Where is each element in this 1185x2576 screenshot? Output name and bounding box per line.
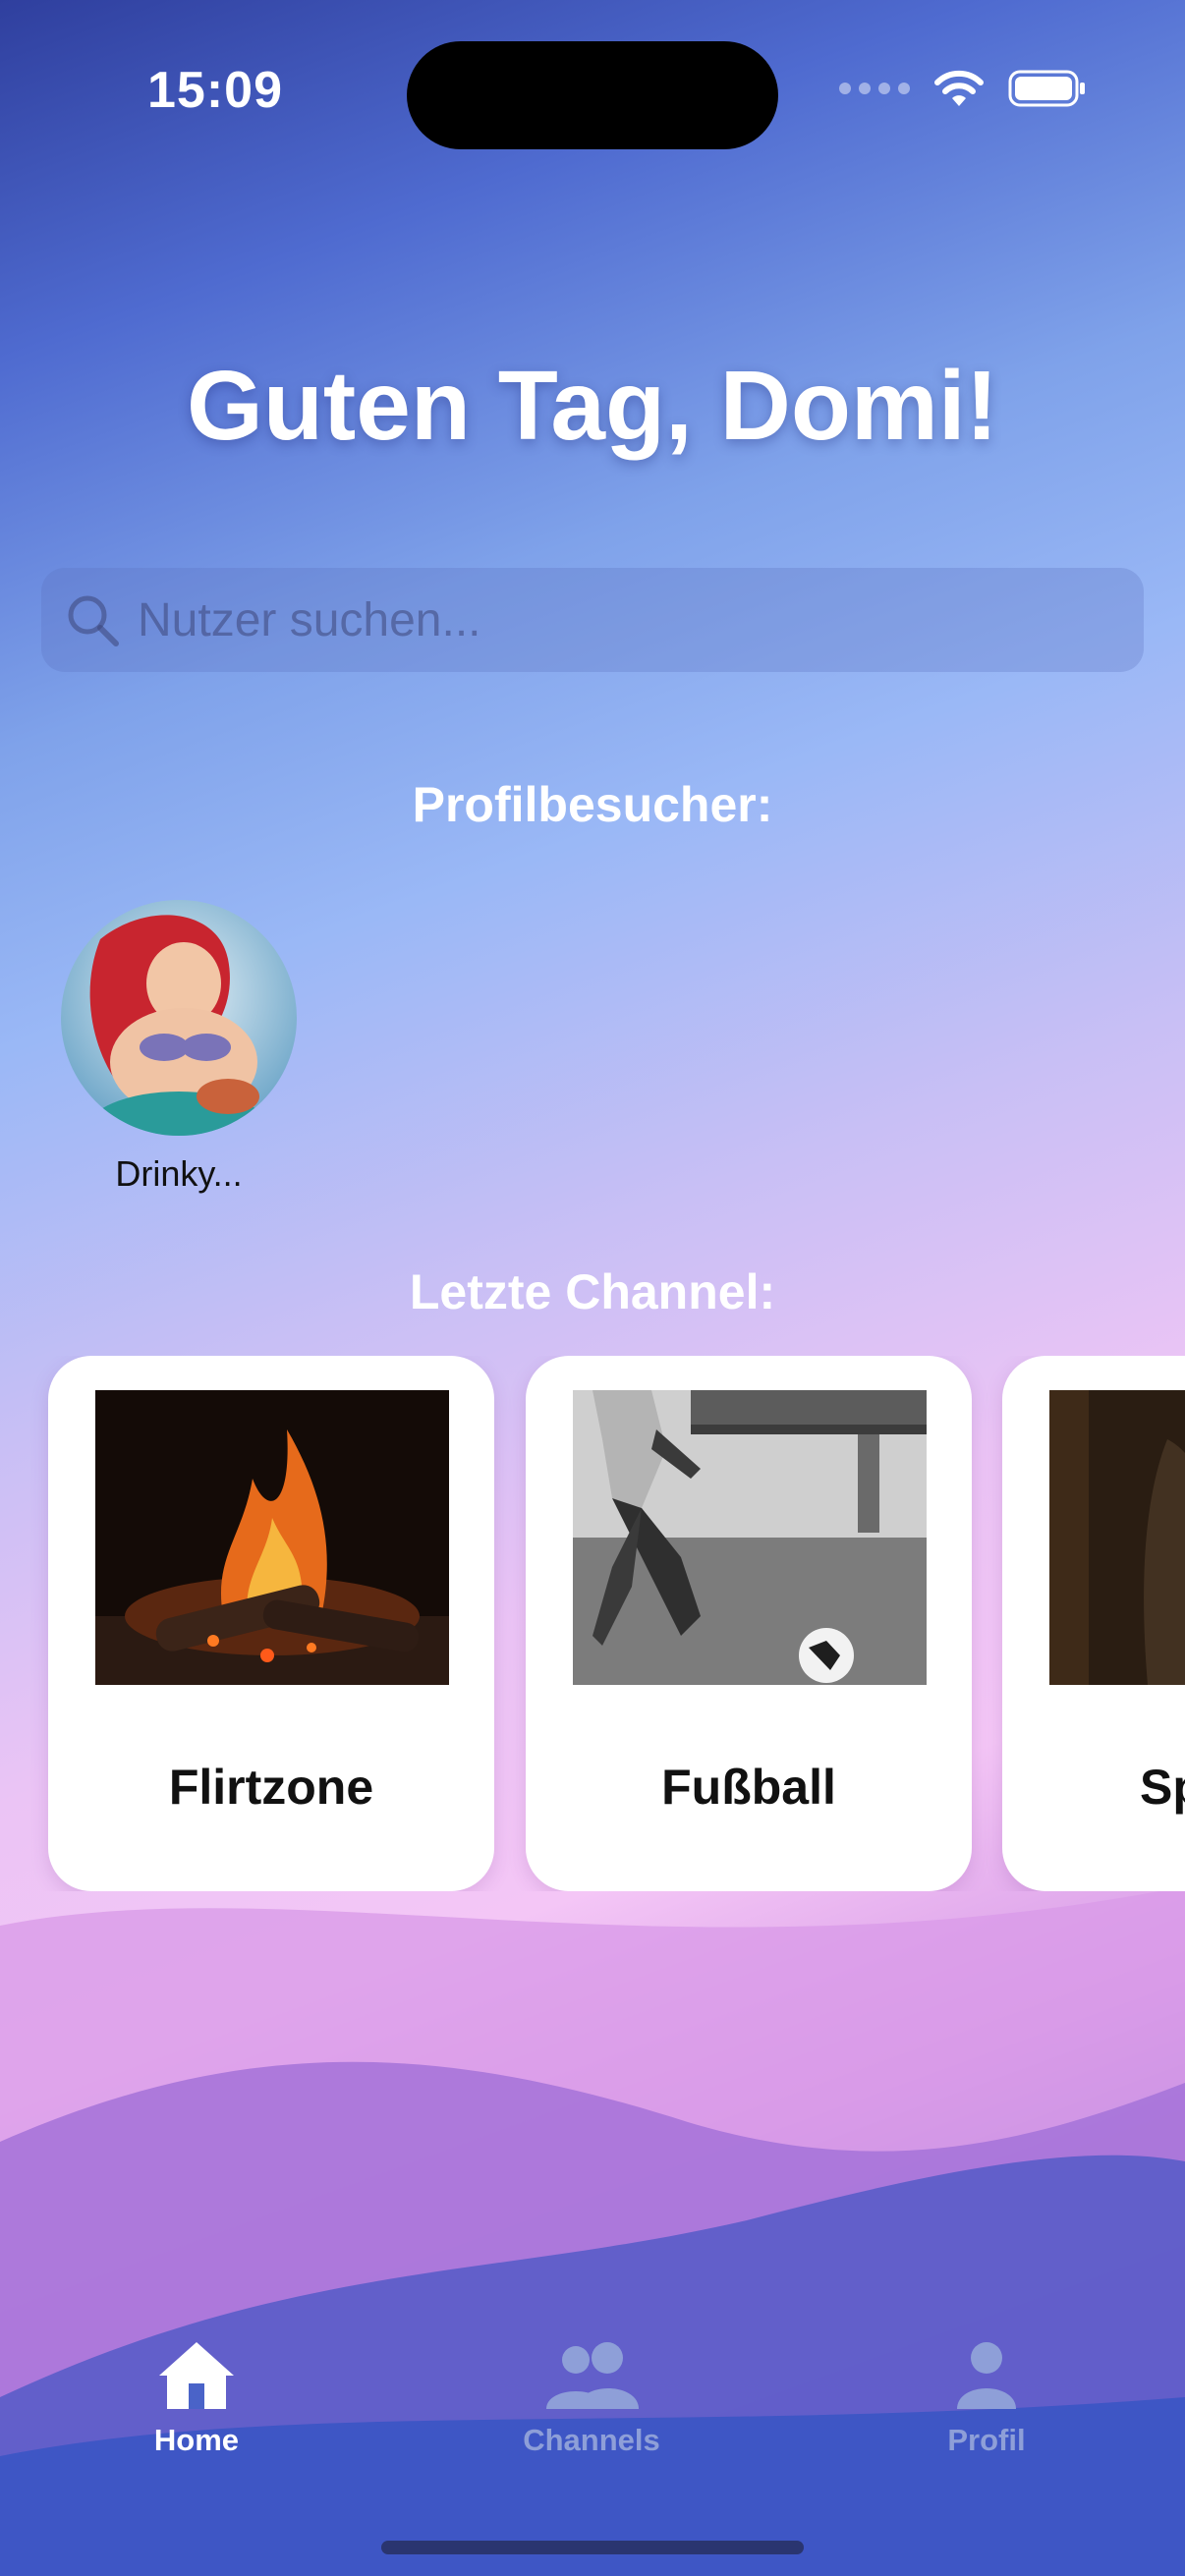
status-time: 15:09 bbox=[147, 62, 283, 119]
search-icon bbox=[68, 595, 119, 646]
channel-card-partial[interactable]: Sp bbox=[1002, 1356, 1185, 1891]
visitor-name: Drinky... bbox=[115, 1153, 243, 1194]
channel-image bbox=[573, 1390, 927, 1685]
dynamic-island bbox=[407, 41, 778, 149]
visitors-title: Profilbesucher: bbox=[412, 777, 773, 832]
channels-title: Letzte Channel: bbox=[409, 1264, 776, 1319]
avatar[interactable] bbox=[61, 900, 297, 1136]
channel-card-fussball[interactable]: Fußball bbox=[526, 1356, 972, 1891]
channel-name: Flirtzone bbox=[168, 1760, 374, 1815]
status-icons bbox=[839, 69, 1087, 108]
channel-carousel[interactable]: Flirtzone Fußball S bbox=[0, 1356, 1185, 1891]
channel-image bbox=[95, 1390, 449, 1685]
battery-icon bbox=[1008, 70, 1085, 107]
tab-home[interactable]: Home bbox=[98, 2338, 295, 2458]
person-icon bbox=[957, 2342, 1016, 2409]
tab-bar: Home Channels Profil bbox=[0, 2338, 1185, 2495]
channel-card-flirtzone[interactable]: Flirtzone bbox=[48, 1356, 494, 1891]
home-icon bbox=[159, 2342, 234, 2409]
home-indicator[interactable] bbox=[381, 2541, 804, 2554]
channel-name: Fußball bbox=[661, 1760, 836, 1815]
search-placeholder: Nutzer suchen... bbox=[138, 593, 481, 646]
greeting-title: Guten Tag, Domi! bbox=[187, 351, 998, 461]
people-icon bbox=[546, 2342, 639, 2409]
search-input[interactable]: Nutzer suchen... bbox=[41, 568, 1144, 672]
wifi-icon bbox=[934, 70, 984, 106]
tab-channels[interactable]: Channels bbox=[493, 2338, 690, 2458]
tab-label: Home bbox=[153, 2423, 240, 2457]
tab-label: Channels bbox=[523, 2423, 660, 2457]
tab-profil[interactable]: Profil bbox=[888, 2338, 1085, 2458]
channel-image bbox=[1049, 1390, 1185, 1685]
visitor-item[interactable]: Drinky... bbox=[61, 900, 297, 1195]
channel-name: Sp bbox=[1140, 1760, 1185, 1815]
tab-label: Profil bbox=[947, 2423, 1026, 2457]
signal-icon bbox=[839, 83, 910, 94]
